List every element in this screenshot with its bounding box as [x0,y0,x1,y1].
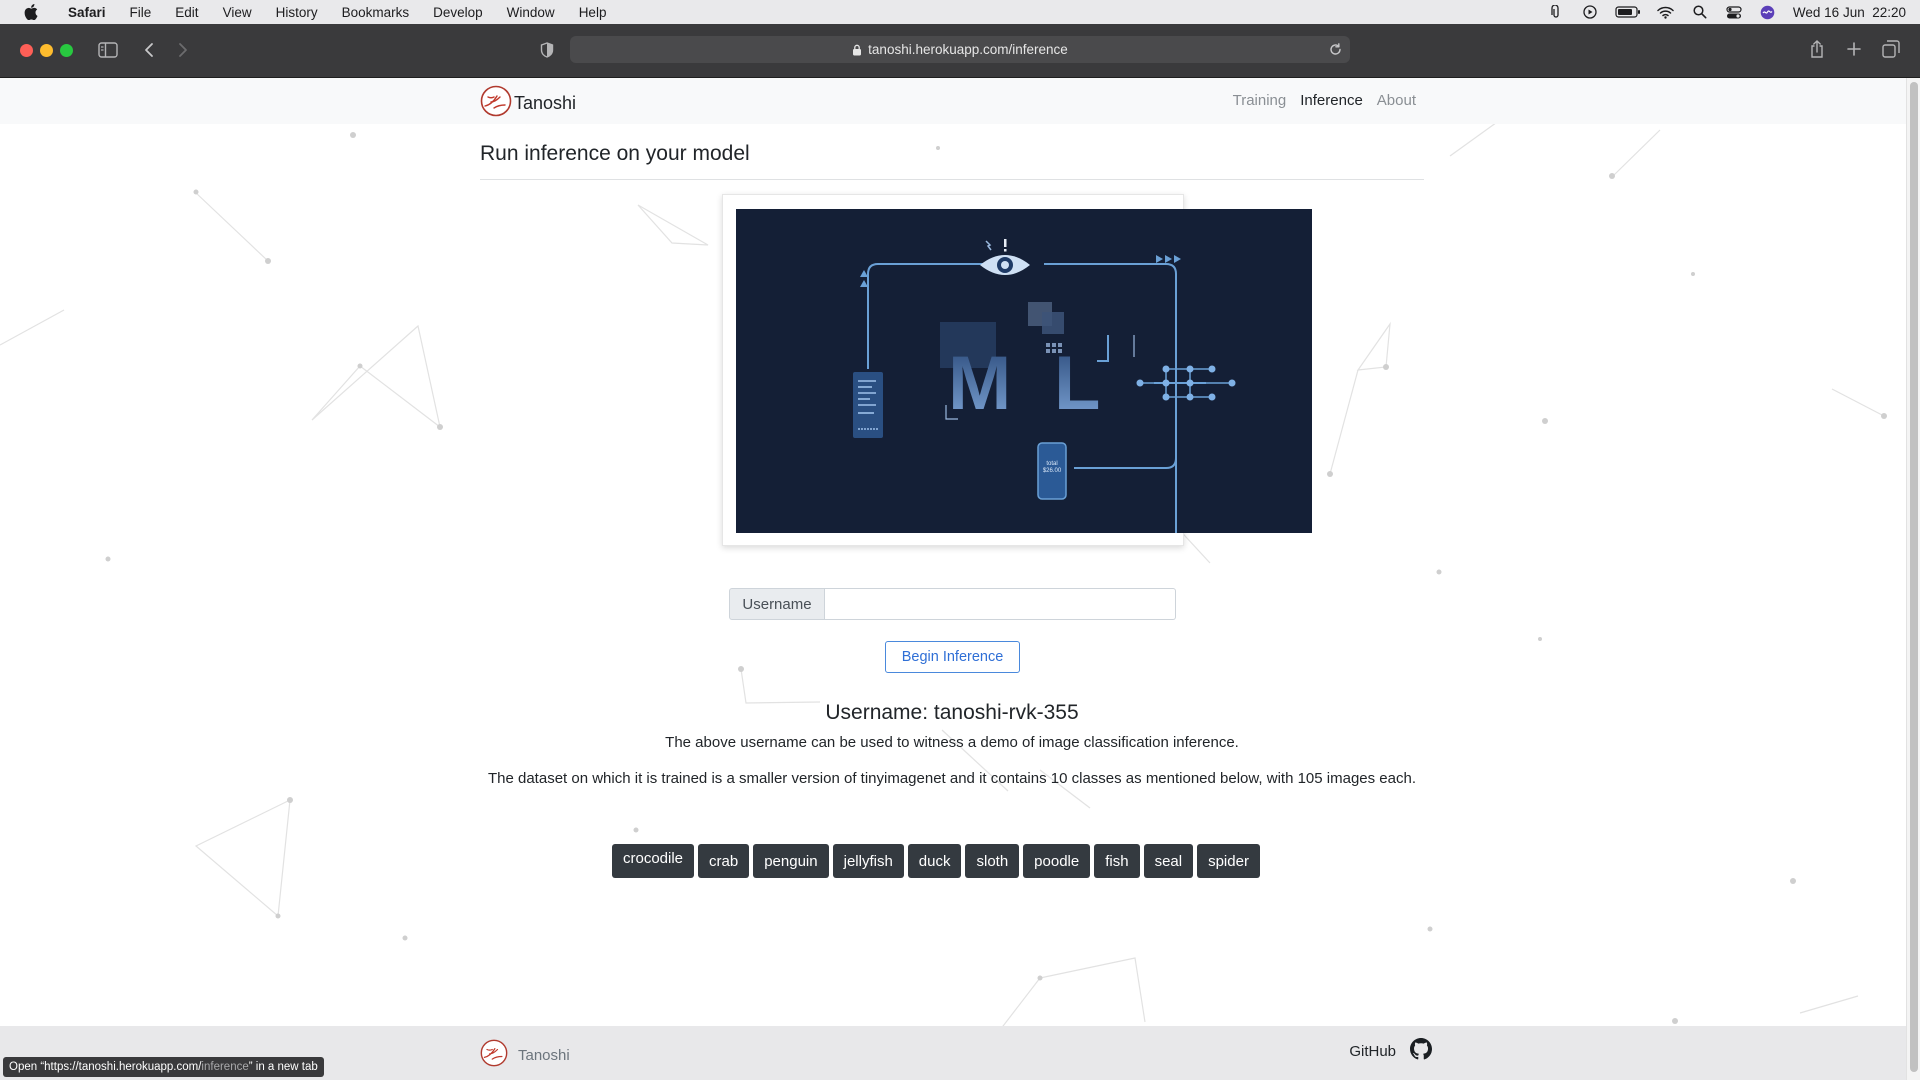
nav-links: Training Inference About [1233,92,1416,109]
ml-illustration: M L total $26.00 [736,209,1312,539]
macos-menubar: Safari File Edit View History Bookmarks … [0,0,1920,24]
github-link[interactable]: GitHub [1349,1038,1432,1064]
nav-link-training[interactable]: Training [1233,92,1287,109]
menu-help[interactable]: Help [567,5,619,20]
page-title: Run inference on your model [480,142,750,165]
spotlight-search-icon[interactable] [1691,5,1709,19]
web-page: Tanoshi Training Inference About Run inf… [0,78,1906,1080]
begin-inference-button[interactable]: Begin Inference [885,641,1020,673]
menu-window[interactable]: Window [495,5,567,20]
ml-letter-l: L [1054,341,1100,426]
tanoshi-logo-icon [480,84,512,123]
lock-icon [852,44,862,56]
forward-arrow-icon[interactable] [174,40,192,60]
class-tag-crocodile: crocodile [612,844,695,878]
apple-icon[interactable] [20,4,42,20]
menu-develop[interactable]: Develop [421,5,495,20]
class-tag-fish: fish [1094,844,1140,878]
username-input-group: Username [729,588,1176,620]
menu-app-safari[interactable]: Safari [56,5,118,20]
sidebar-toggle-icon[interactable] [97,40,119,60]
footer-brand[interactable]: Tanoshi [480,1038,570,1072]
close-window-button[interactable] [20,44,33,57]
footer-brand-name: Tanoshi [518,1046,570,1064]
menu-edit[interactable]: Edit [163,5,210,20]
navbar-brand[interactable]: Tanoshi [480,84,576,123]
page-scrollbar[interactable] [1906,78,1920,1080]
play-circle-icon[interactable] [1581,5,1599,19]
github-label: GitHub [1349,1042,1396,1060]
tab-overview-icon[interactable] [1881,39,1901,59]
browser-toolbar: tanoshi.herokuapp.com/inference [0,24,1920,78]
class-tag-seal: seal [1143,844,1194,878]
username-input[interactable] [825,588,1176,620]
dataset-description: The dataset on which it is trained is a … [487,770,1416,787]
username-label: Username [729,588,825,620]
control-center-icon[interactable] [1725,5,1743,19]
class-tag-jellyfish: jellyfish [832,844,904,878]
menu-file[interactable]: File [118,5,164,20]
github-icon [1410,1038,1432,1064]
brand-name: Tanoshi [514,93,577,113]
ml-letter-m: M [948,341,1011,426]
scrollbar-thumb[interactable] [1910,82,1918,1072]
menu-view[interactable]: View [211,5,264,20]
link-status-bar: Open “https://tanoshi.herokuapp.com/infe… [3,1057,324,1077]
paperclip-icon[interactable] [1547,5,1565,19]
class-tag-poodle: poodle [1023,844,1091,878]
class-tag-penguin: penguin [753,844,829,878]
menubar-clock[interactable]: Wed 16 Jun 22:20 [1793,5,1906,20]
address-url: tanoshi.herokuapp.com/inference [868,42,1068,57]
minimize-window-button[interactable] [40,44,53,57]
siri-icon[interactable] [1759,5,1777,19]
class-tag-spider: spider [1197,844,1260,878]
menu-history[interactable]: History [264,5,330,20]
tanoshi-logo-icon [480,1038,508,1072]
reload-icon[interactable] [1328,42,1342,56]
nav-link-inference[interactable]: Inference [1300,92,1363,109]
class-tags: crocodile crab penguin jellyfish duck sl… [612,844,1260,878]
demo-username-description: The above username can be used to witnes… [665,734,1239,751]
site-navbar: Tanoshi Training Inference About [0,78,1906,124]
class-tag-crab: crab [698,844,750,878]
address-bar[interactable]: tanoshi.herokuapp.com/inference [570,36,1350,63]
wifi-icon[interactable] [1657,5,1675,19]
title-divider [480,179,1424,180]
zoom-window-button[interactable] [60,44,73,57]
privacy-shield-icon[interactable] [538,40,556,60]
status-suffix: ” in a new tab [248,1061,318,1073]
battery-icon[interactable] [1615,5,1641,19]
status-path: inference [201,1061,249,1073]
back-arrow-icon[interactable] [140,40,158,60]
demo-username-heading: Username: tanoshi-rvk-355 [825,701,1079,724]
menu-bookmarks[interactable]: Bookmarks [330,5,422,20]
nav-link-about[interactable]: About [1377,92,1416,109]
status-prefix: Open “https://tanoshi.herokuapp.com/ [9,1061,202,1073]
class-tag-sloth: sloth [965,844,1020,878]
share-icon[interactable] [1808,38,1826,60]
new-tab-plus-icon[interactable] [1845,40,1863,58]
class-tag-duck: duck [907,844,962,878]
